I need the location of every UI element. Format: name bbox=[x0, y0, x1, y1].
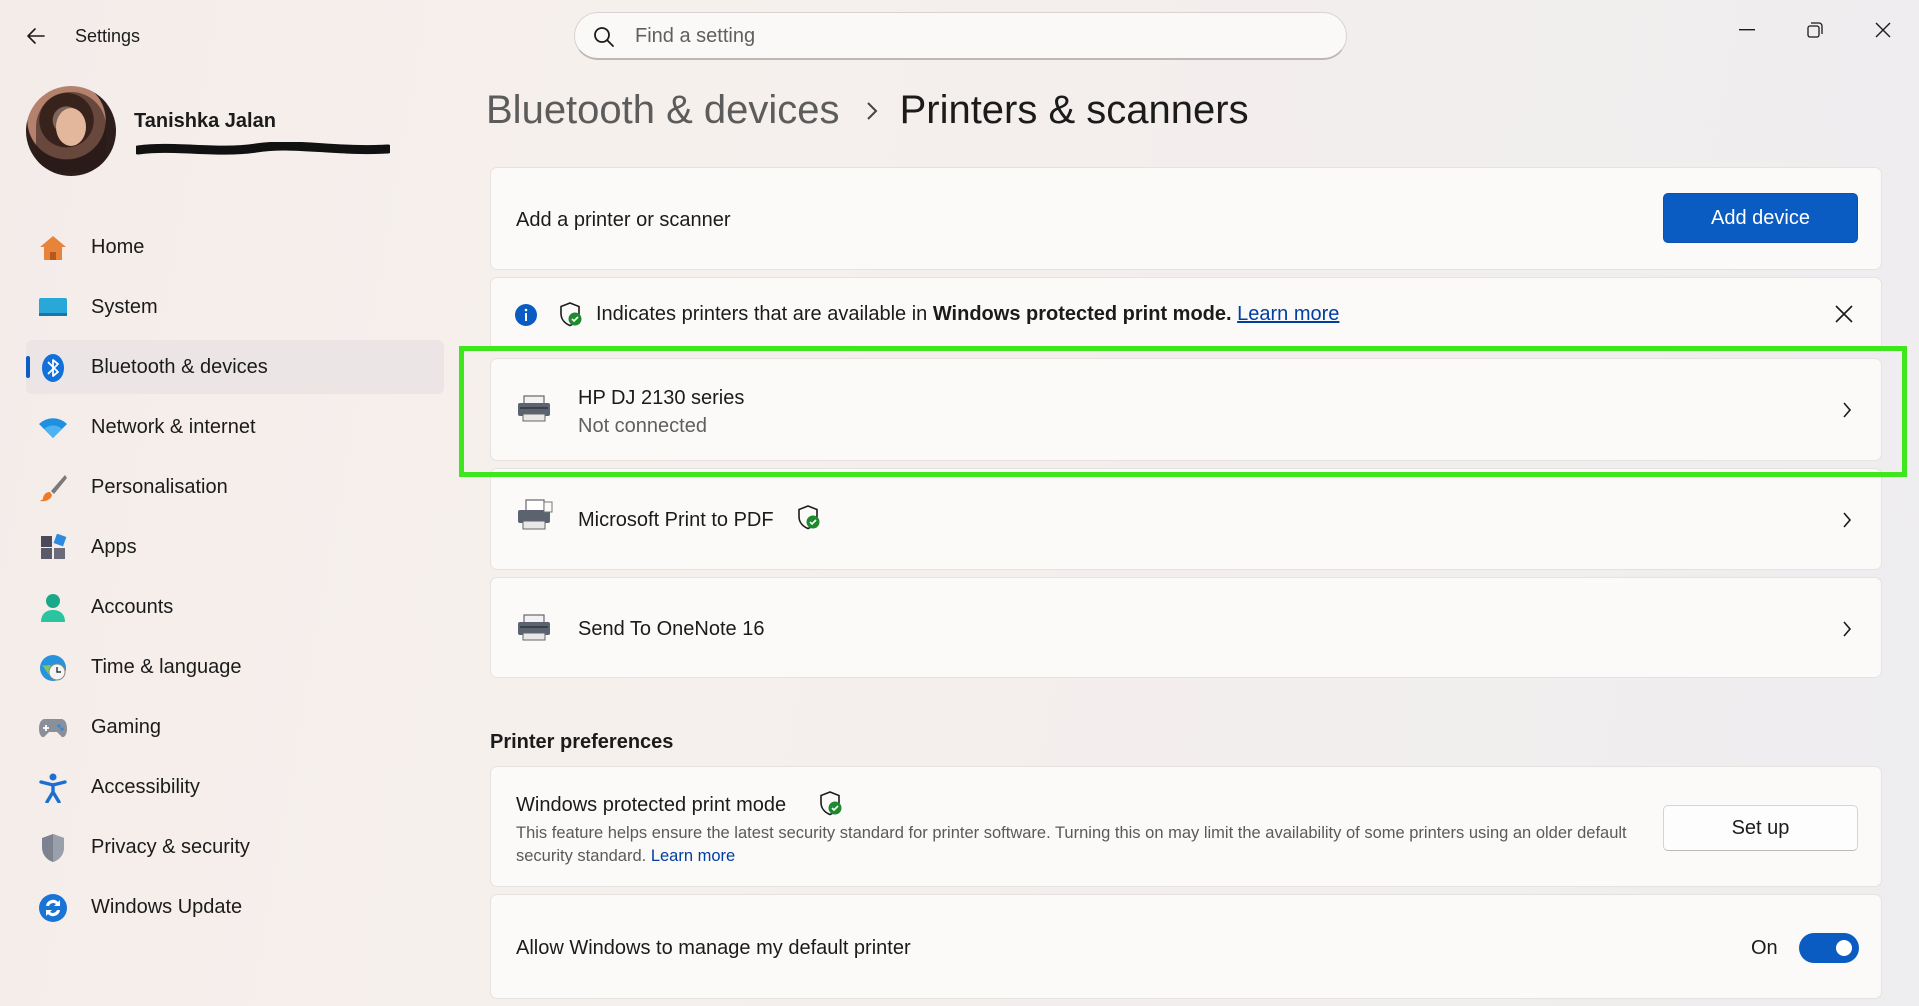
chevron-right-icon bbox=[1839, 510, 1855, 530]
sidebar-item-system[interactable]: System bbox=[26, 280, 444, 334]
sidebar-item-windows-update[interactable]: Windows Update bbox=[26, 880, 444, 934]
breadcrumb-parent[interactable]: Bluetooth & devices bbox=[486, 88, 840, 133]
printer-name: Send To OneNote 16 bbox=[578, 618, 765, 640]
sidebar-nav: Home System Bluetooth & devices Network … bbox=[26, 220, 444, 940]
printer-name: Microsoft Print to PDF bbox=[578, 509, 774, 531]
section-title: Printer preferences bbox=[490, 731, 674, 753]
bluetooth-icon bbox=[38, 353, 68, 383]
sidebar-item-bluetooth[interactable]: Bluetooth & devices bbox=[26, 340, 444, 394]
sidebar-item-personalisation[interactable]: Personalisation bbox=[26, 460, 444, 514]
title-bar: Settings bbox=[0, 0, 1919, 74]
shield-icon bbox=[38, 833, 68, 863]
accounts-icon bbox=[38, 593, 68, 623]
add-printer-label: Add a printer or scanner bbox=[516, 209, 731, 231]
breadcrumb: Bluetooth & devices Printers & scanners bbox=[486, 88, 1249, 133]
sidebar-item-accounts[interactable]: Accounts bbox=[26, 580, 444, 634]
printer-icon bbox=[516, 614, 552, 647]
printer-item-onenote[interactable]: Send To OneNote 16 bbox=[490, 577, 1882, 678]
close-info-icon[interactable] bbox=[1835, 305, 1853, 328]
redacted-email-scribble bbox=[136, 142, 390, 155]
protected-mode-title: Windows protected print mode bbox=[516, 794, 787, 816]
protected-shield-icon bbox=[819, 791, 843, 822]
protected-print-mode-card: Windows protected print mode This featur… bbox=[490, 766, 1882, 887]
wifi-icon bbox=[38, 413, 68, 443]
protected-mode-description: This feature helps ensure the latest sec… bbox=[516, 824, 1627, 865]
add-device-button[interactable]: Add device bbox=[1663, 193, 1858, 243]
minimize-icon[interactable] bbox=[1724, 10, 1770, 50]
profile-name: Tanishka Jalan bbox=[134, 110, 276, 132]
pdf-printer-icon bbox=[516, 499, 554, 536]
sidebar-item-privacy[interactable]: Privacy & security bbox=[26, 820, 444, 874]
sidebar-item-time-language[interactable]: Time & language bbox=[26, 640, 444, 694]
printer-name: HP DJ 2130 series bbox=[578, 387, 745, 409]
chevron-right-icon bbox=[1839, 619, 1855, 639]
sidebar-item-gaming[interactable]: Gaming bbox=[26, 700, 444, 754]
toggle-knob bbox=[1836, 940, 1852, 956]
active-indicator bbox=[26, 356, 30, 378]
brush-icon bbox=[38, 473, 68, 503]
printer-status: Not connected bbox=[578, 415, 707, 437]
page-title: Printers & scanners bbox=[899, 88, 1249, 132]
printer-icon bbox=[516, 395, 552, 428]
default-printer-card: Allow Windows to manage my default print… bbox=[490, 894, 1882, 999]
learn-more-link[interactable]: Learn more bbox=[651, 847, 735, 865]
printer-item-pdf[interactable]: Microsoft Print to PDF bbox=[490, 468, 1882, 570]
info-bar: Indicates printers that are available in… bbox=[490, 277, 1882, 351]
close-icon[interactable] bbox=[1860, 10, 1906, 50]
search-icon bbox=[593, 26, 615, 48]
sidebar-item-network[interactable]: Network & internet bbox=[26, 400, 444, 454]
info-text: Indicates printers that are available in… bbox=[596, 303, 1340, 325]
clock-globe-icon bbox=[38, 653, 68, 683]
app-title: Settings bbox=[75, 26, 141, 46]
learn-more-link[interactable]: Learn more bbox=[1237, 303, 1339, 325]
accessibility-icon bbox=[38, 773, 68, 803]
gamepad-icon bbox=[38, 713, 68, 743]
info-icon bbox=[515, 304, 537, 331]
default-printer-toggle[interactable] bbox=[1799, 933, 1859, 963]
avatar bbox=[26, 86, 116, 176]
toggle-state-label: On bbox=[1751, 937, 1778, 959]
printer-item-hp[interactable]: HP DJ 2130 series Not connected bbox=[490, 358, 1882, 461]
search-box[interactable] bbox=[574, 12, 1347, 60]
protected-shield-icon bbox=[797, 505, 821, 536]
apps-icon bbox=[38, 533, 68, 563]
default-printer-label: Allow Windows to manage my default print… bbox=[516, 937, 911, 959]
chevron-right-icon bbox=[866, 101, 878, 121]
sidebar-item-apps[interactable]: Apps bbox=[26, 520, 444, 574]
set-up-button[interactable]: Set up bbox=[1663, 805, 1858, 851]
search-input[interactable] bbox=[635, 21, 1315, 51]
add-printer-card: Add a printer or scanner Add device bbox=[490, 167, 1882, 270]
restore-icon[interactable] bbox=[1792, 10, 1838, 50]
chevron-right-icon bbox=[1839, 400, 1855, 420]
home-icon bbox=[38, 233, 68, 263]
update-icon bbox=[38, 893, 68, 923]
sidebar-item-accessibility[interactable]: Accessibility bbox=[26, 760, 444, 814]
sidebar-item-home[interactable]: Home bbox=[26, 220, 444, 274]
protected-shield-icon bbox=[559, 302, 583, 333]
back-arrow-icon[interactable] bbox=[22, 22, 50, 50]
system-icon bbox=[38, 293, 68, 323]
